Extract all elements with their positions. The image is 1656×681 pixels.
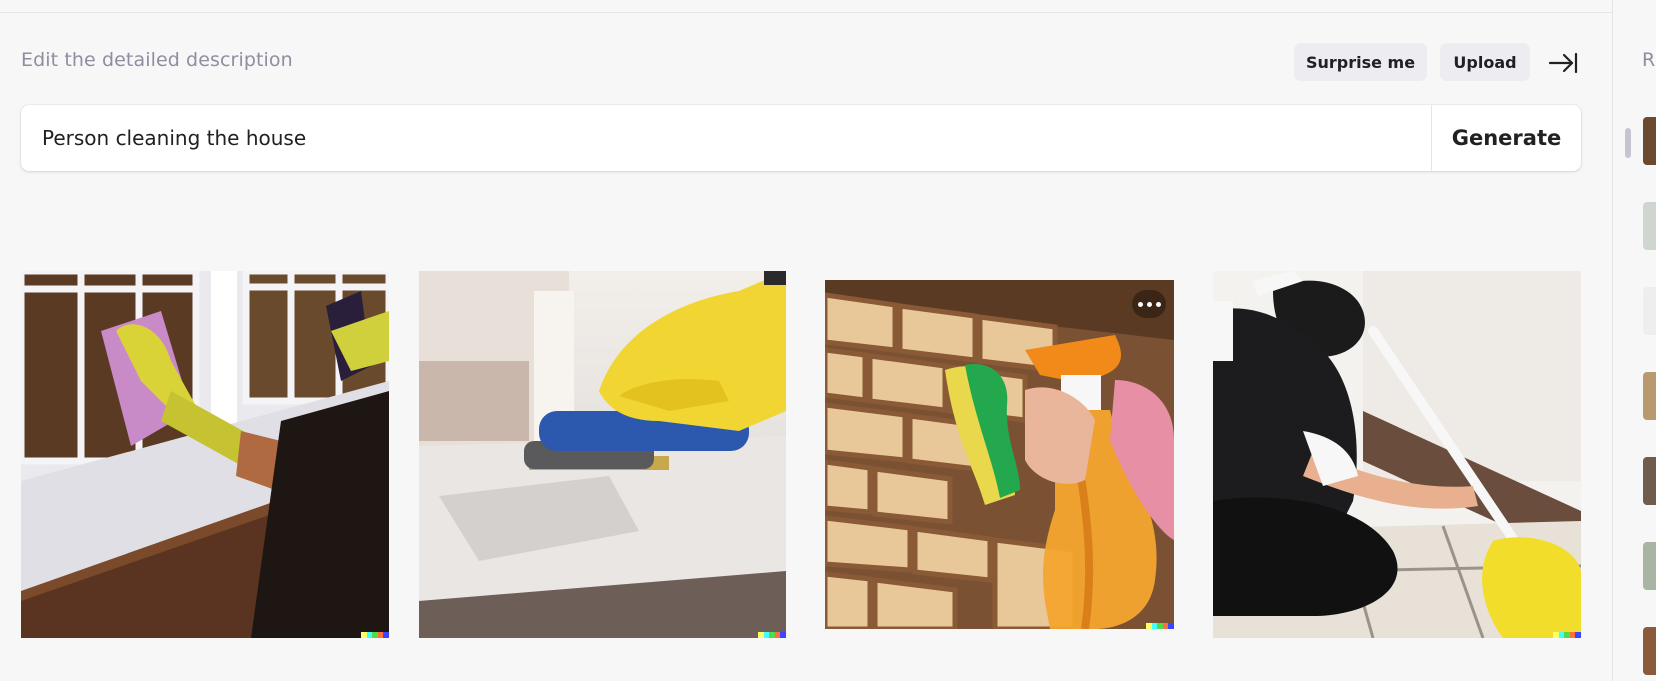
watermark <box>361 632 389 638</box>
sweeping-floor-image <box>1213 271 1581 638</box>
generate-button[interactable]: Generate <box>1432 105 1581 171</box>
brick-wall-spray-image <box>825 280 1174 629</box>
prompt-bar: Generate <box>21 105 1581 171</box>
ellipsis-icon <box>1137 301 1143 307</box>
result-image-3[interactable] <box>825 280 1174 629</box>
history-thumbnail[interactable] <box>1643 542 1656 590</box>
prompt-input[interactable] <box>21 105 1431 171</box>
sidebar-scrollbar[interactable] <box>1625 128 1631 158</box>
history-thumbnail[interactable] <box>1643 457 1656 505</box>
collapse-sidebar-button[interactable] <box>1546 49 1578 77</box>
main-panel: Edit the detailed description Surprise m… <box>0 0 1612 681</box>
more-options-button[interactable] <box>1132 290 1166 318</box>
history-thumbnail[interactable] <box>1643 117 1656 165</box>
edit-description-label: Edit the detailed description <box>21 49 293 71</box>
upload-button[interactable]: Upload <box>1440 43 1530 81</box>
history-sidebar: R <box>1612 0 1656 681</box>
result-image-2[interactable] <box>419 271 786 638</box>
window-cleaning-image <box>21 271 389 638</box>
watermark <box>1146 623 1174 629</box>
arrow-to-right-icon <box>1548 52 1578 74</box>
watermark <box>1553 632 1581 638</box>
history-thumbnail[interactable] <box>1643 202 1656 250</box>
result-image-1[interactable] <box>21 271 389 638</box>
surprise-me-button[interactable]: Surprise me <box>1294 43 1427 81</box>
history-thumbnail[interactable] <box>1643 287 1656 335</box>
watermark <box>758 632 786 638</box>
result-image-4[interactable] <box>1213 271 1581 638</box>
history-thumbnail[interactable] <box>1643 627 1656 675</box>
history-thumbnail[interactable] <box>1643 372 1656 420</box>
sidebar-title: R <box>1642 49 1656 71</box>
counter-scrubbing-image <box>419 271 786 638</box>
